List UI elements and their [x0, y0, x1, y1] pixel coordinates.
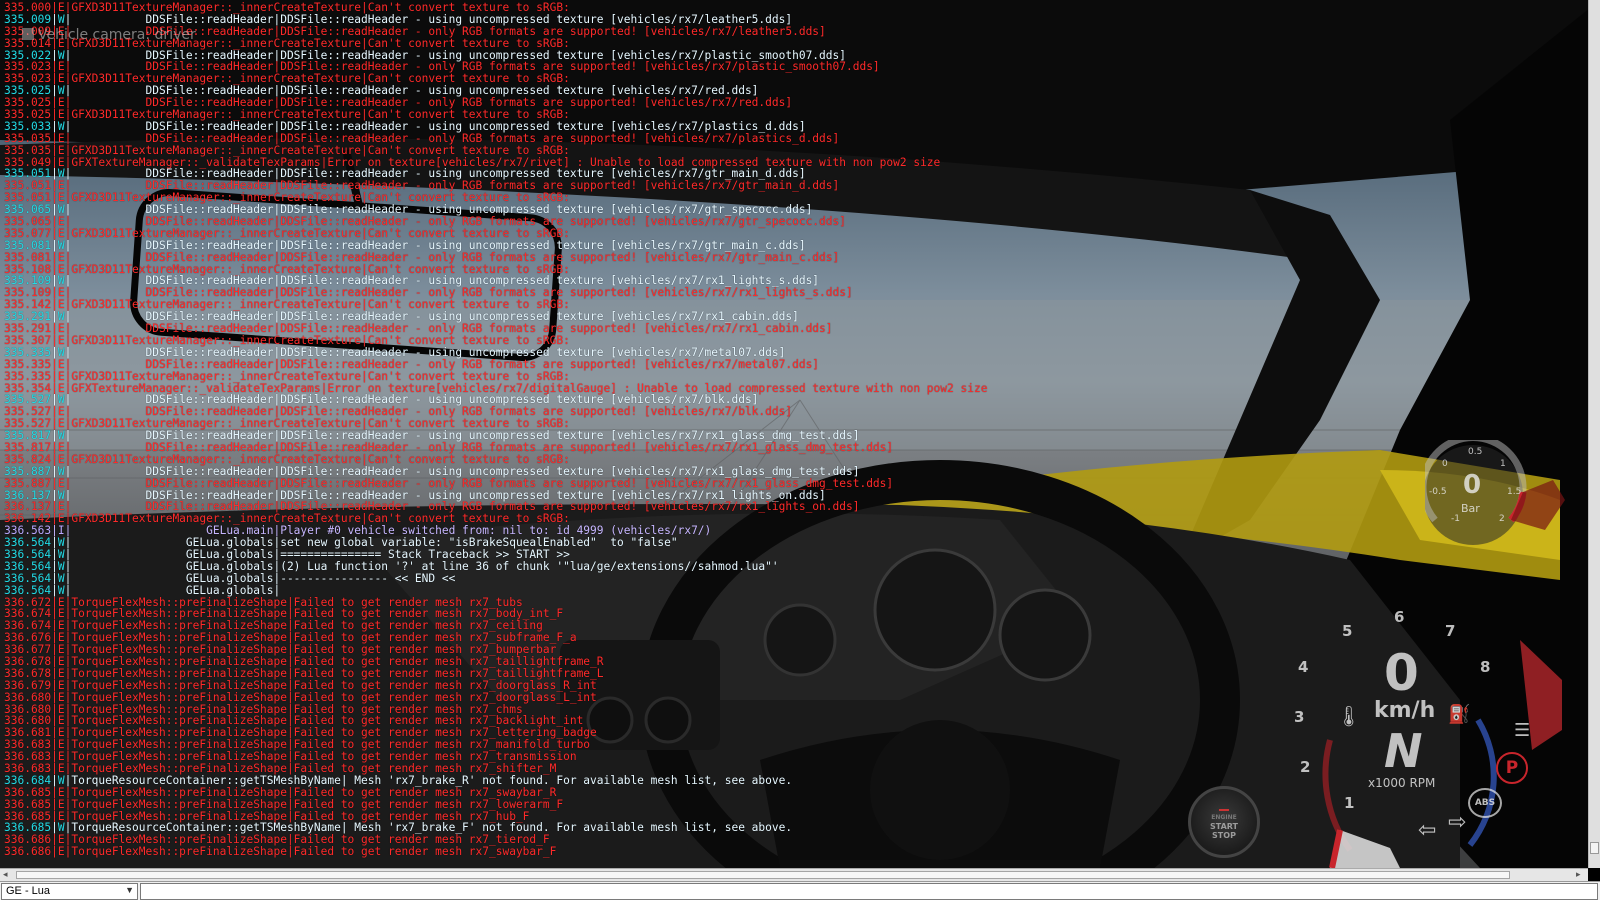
boost-tick-minus-0.5: -0.5 — [1429, 487, 1447, 497]
fuel-icon: ⛽ — [1448, 704, 1471, 725]
horizontal-scrollbar[interactable]: ◂ ▸ — [0, 868, 1588, 881]
rpm-tick-3: 3 — [1294, 708, 1305, 726]
engine-label-top: ENGINE — [1211, 814, 1237, 821]
log-level: E — [57, 845, 65, 859]
gear-indicator: N — [1384, 724, 1423, 778]
command-input[interactable] — [140, 883, 1598, 900]
vertical-scrollbar-thumb[interactable] — [1590, 842, 1599, 854]
engine-start-stop-button[interactable]: ENGINE START STOP — [1188, 786, 1260, 858]
log-separator: | — [51, 845, 58, 859]
rpm-tick-7: 7 — [1445, 622, 1456, 640]
rpm-tick-6: 6 — [1394, 608, 1405, 626]
camera-icon — [22, 28, 34, 40]
boost-unit: Bar — [1461, 502, 1480, 515]
boost-tick-0: 0 — [1442, 459, 1448, 469]
camera-mode-label: Vehicle camera: driver — [22, 27, 196, 43]
boost-tick-1: 1 — [1500, 459, 1506, 469]
console-input-bar: GE - Lua ▼ — [0, 881, 1600, 900]
context-select-value: GE - Lua — [6, 885, 51, 897]
boost-tick-1.5: 1.5 — [1507, 487, 1522, 497]
boost-tick-minus-1: -1 — [1451, 514, 1460, 524]
headlight-icon: ☰ — [1514, 720, 1531, 741]
tachometer: 1 2 3 4 5 6 7 8 0 km/h N x1000 RPM 🌡 ⛽ ☰… — [1294, 600, 1570, 869]
boost-gauge: -1 -0.5 0 0.5 1 1.5 2 0 Bar — [1419, 434, 1575, 570]
vertical-scrollbar[interactable] — [1588, 0, 1600, 868]
left-turn-signal-icon: ⇦ — [1418, 818, 1437, 843]
log-timestamp: 336.686 — [4, 845, 52, 859]
parking-brake-icon[interactable]: P — [1496, 752, 1528, 784]
abs-icon: ABS — [1468, 788, 1502, 818]
boost-tick-0.5: 0.5 — [1468, 447, 1483, 457]
rpm-tick-8: 8 — [1480, 658, 1491, 676]
rpm-unit-label: x1000 RPM — [1368, 776, 1436, 790]
rpm-tick-1: 1 — [1344, 794, 1355, 812]
temperature-icon: 🌡 — [1336, 704, 1362, 728]
rpm-tick-2: 2 — [1300, 758, 1311, 776]
rpm-tick-5: 5 — [1342, 622, 1353, 640]
log-message: TorqueFlexMesh::preFinalizeShape|Failed … — [71, 845, 557, 859]
scroll-right-arrow-icon[interactable]: ▸ — [1576, 870, 1581, 880]
context-select[interactable]: GE - Lua ▼ — [1, 883, 138, 900]
camera-mode-text: Vehicle camera: driver — [38, 27, 196, 43]
speed-value: 0 — [1384, 644, 1419, 702]
horizontal-scrollbar-thumb[interactable] — [16, 871, 1510, 879]
scroll-left-arrow-icon[interactable]: ◂ — [3, 870, 8, 880]
engine-indicator-bar — [1219, 809, 1229, 811]
chevron-down-icon[interactable]: ▼ — [125, 885, 134, 895]
boost-value: 0 — [1463, 470, 1482, 500]
rpm-tick-4: 4 — [1298, 658, 1309, 676]
engine-label-stop: STOP — [1212, 831, 1236, 840]
boost-tick-2: 2 — [1499, 514, 1505, 524]
speed-unit: km/h — [1374, 698, 1436, 723]
engine-label-start: START — [1209, 822, 1239, 831]
right-turn-signal-icon: ⇨ — [1448, 810, 1467, 835]
